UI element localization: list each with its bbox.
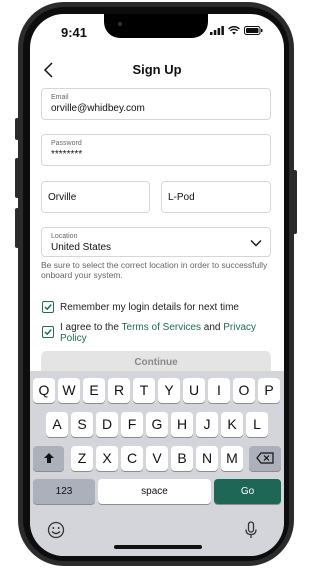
key-l[interactable]: L	[246, 412, 268, 437]
first-name-field[interactable]: Orville	[41, 181, 150, 213]
agree-prefix: I agree to the	[60, 322, 122, 333]
page-title: Sign Up	[132, 62, 182, 77]
key-i[interactable]: I	[208, 378, 230, 403]
key-j[interactable]: J	[196, 412, 218, 437]
key-r[interactable]: R	[108, 378, 130, 403]
home-indicator	[114, 545, 202, 549]
key-a[interactable]: A	[46, 412, 68, 437]
terms-link[interactable]: Terms of Services	[122, 322, 201, 333]
key-g[interactable]: G	[146, 412, 168, 437]
key-b[interactable]: B	[171, 446, 193, 471]
key-o[interactable]: O	[233, 378, 255, 403]
email-field[interactable]: Email orville@whidbey.com	[41, 88, 271, 120]
key-m[interactable]: M	[221, 446, 243, 471]
check-icon	[44, 304, 52, 311]
go-key[interactable]: Go	[214, 479, 281, 504]
numbers-key[interactable]: 123	[33, 479, 95, 504]
key-d[interactable]: D	[96, 412, 118, 437]
power-button	[293, 170, 297, 234]
location-value: United States	[51, 242, 112, 253]
remember-checkbox[interactable]	[42, 301, 54, 313]
volume-down-button	[15, 208, 19, 248]
key-k[interactable]: K	[221, 412, 243, 437]
password-value: ********	[51, 149, 83, 160]
notch	[104, 14, 208, 38]
delete-key[interactable]	[249, 446, 281, 471]
key-v[interactable]: V	[146, 446, 168, 471]
key-h[interactable]: H	[171, 412, 193, 437]
status-time: 9:41	[61, 25, 88, 40]
key-w[interactable]: W	[58, 378, 80, 403]
chevron-down-icon	[250, 240, 262, 247]
key-q[interactable]: Q	[33, 378, 55, 403]
microphone-icon[interactable]	[245, 521, 257, 539]
camera	[118, 22, 122, 26]
location-label: Location	[51, 233, 78, 240]
volume-up-button	[15, 158, 19, 198]
key-c[interactable]: C	[121, 446, 143, 471]
password-field[interactable]: Password ********	[41, 134, 271, 166]
agree-label: I agree to the Terms of Services and Pri…	[60, 322, 272, 344]
remember-label[interactable]: Remember my login details for next time	[60, 302, 275, 313]
agree-middle: and	[201, 322, 224, 333]
shift-icon	[43, 453, 54, 463]
signal-icon	[210, 26, 224, 35]
wifi-icon	[228, 26, 240, 35]
space-key[interactable]: space	[98, 479, 211, 504]
screen: 9:41 Sign Up Email orville@whidbey.com P…	[30, 14, 284, 556]
key-x[interactable]: X	[96, 446, 118, 471]
battery-icon	[244, 26, 263, 35]
key-u[interactable]: U	[183, 378, 205, 403]
location-select[interactable]: Location United States	[41, 227, 271, 257]
email-value: orville@whidbey.com	[51, 103, 145, 114]
emoji-icon[interactable]	[47, 521, 65, 539]
key-y[interactable]: Y	[158, 378, 180, 403]
key-n[interactable]: N	[196, 446, 218, 471]
last-name-value: L-Pod	[168, 192, 195, 203]
password-label: Password	[51, 140, 82, 147]
check-icon	[44, 329, 52, 336]
action-button	[15, 118, 19, 140]
key-t[interactable]: T	[133, 378, 155, 403]
agree-checkbox[interactable]	[42, 326, 54, 338]
location-helper-text: Be sure to select the correct location i…	[41, 260, 268, 280]
key-e[interactable]: E	[83, 378, 105, 403]
status-icons	[210, 26, 263, 35]
key-p[interactable]: P	[258, 378, 280, 403]
key-s[interactable]: S	[71, 412, 93, 437]
backspace-icon	[256, 452, 274, 464]
keyboard: Q W E R T Y U I O P A S D F G H J K L Z …	[30, 371, 284, 556]
shift-key[interactable]	[33, 446, 64, 471]
last-name-field[interactable]: L-Pod	[161, 181, 271, 213]
email-label: Email	[51, 94, 69, 101]
first-name-value: Orville	[48, 192, 77, 203]
key-z[interactable]: Z	[71, 446, 93, 471]
key-f[interactable]: F	[121, 412, 143, 437]
